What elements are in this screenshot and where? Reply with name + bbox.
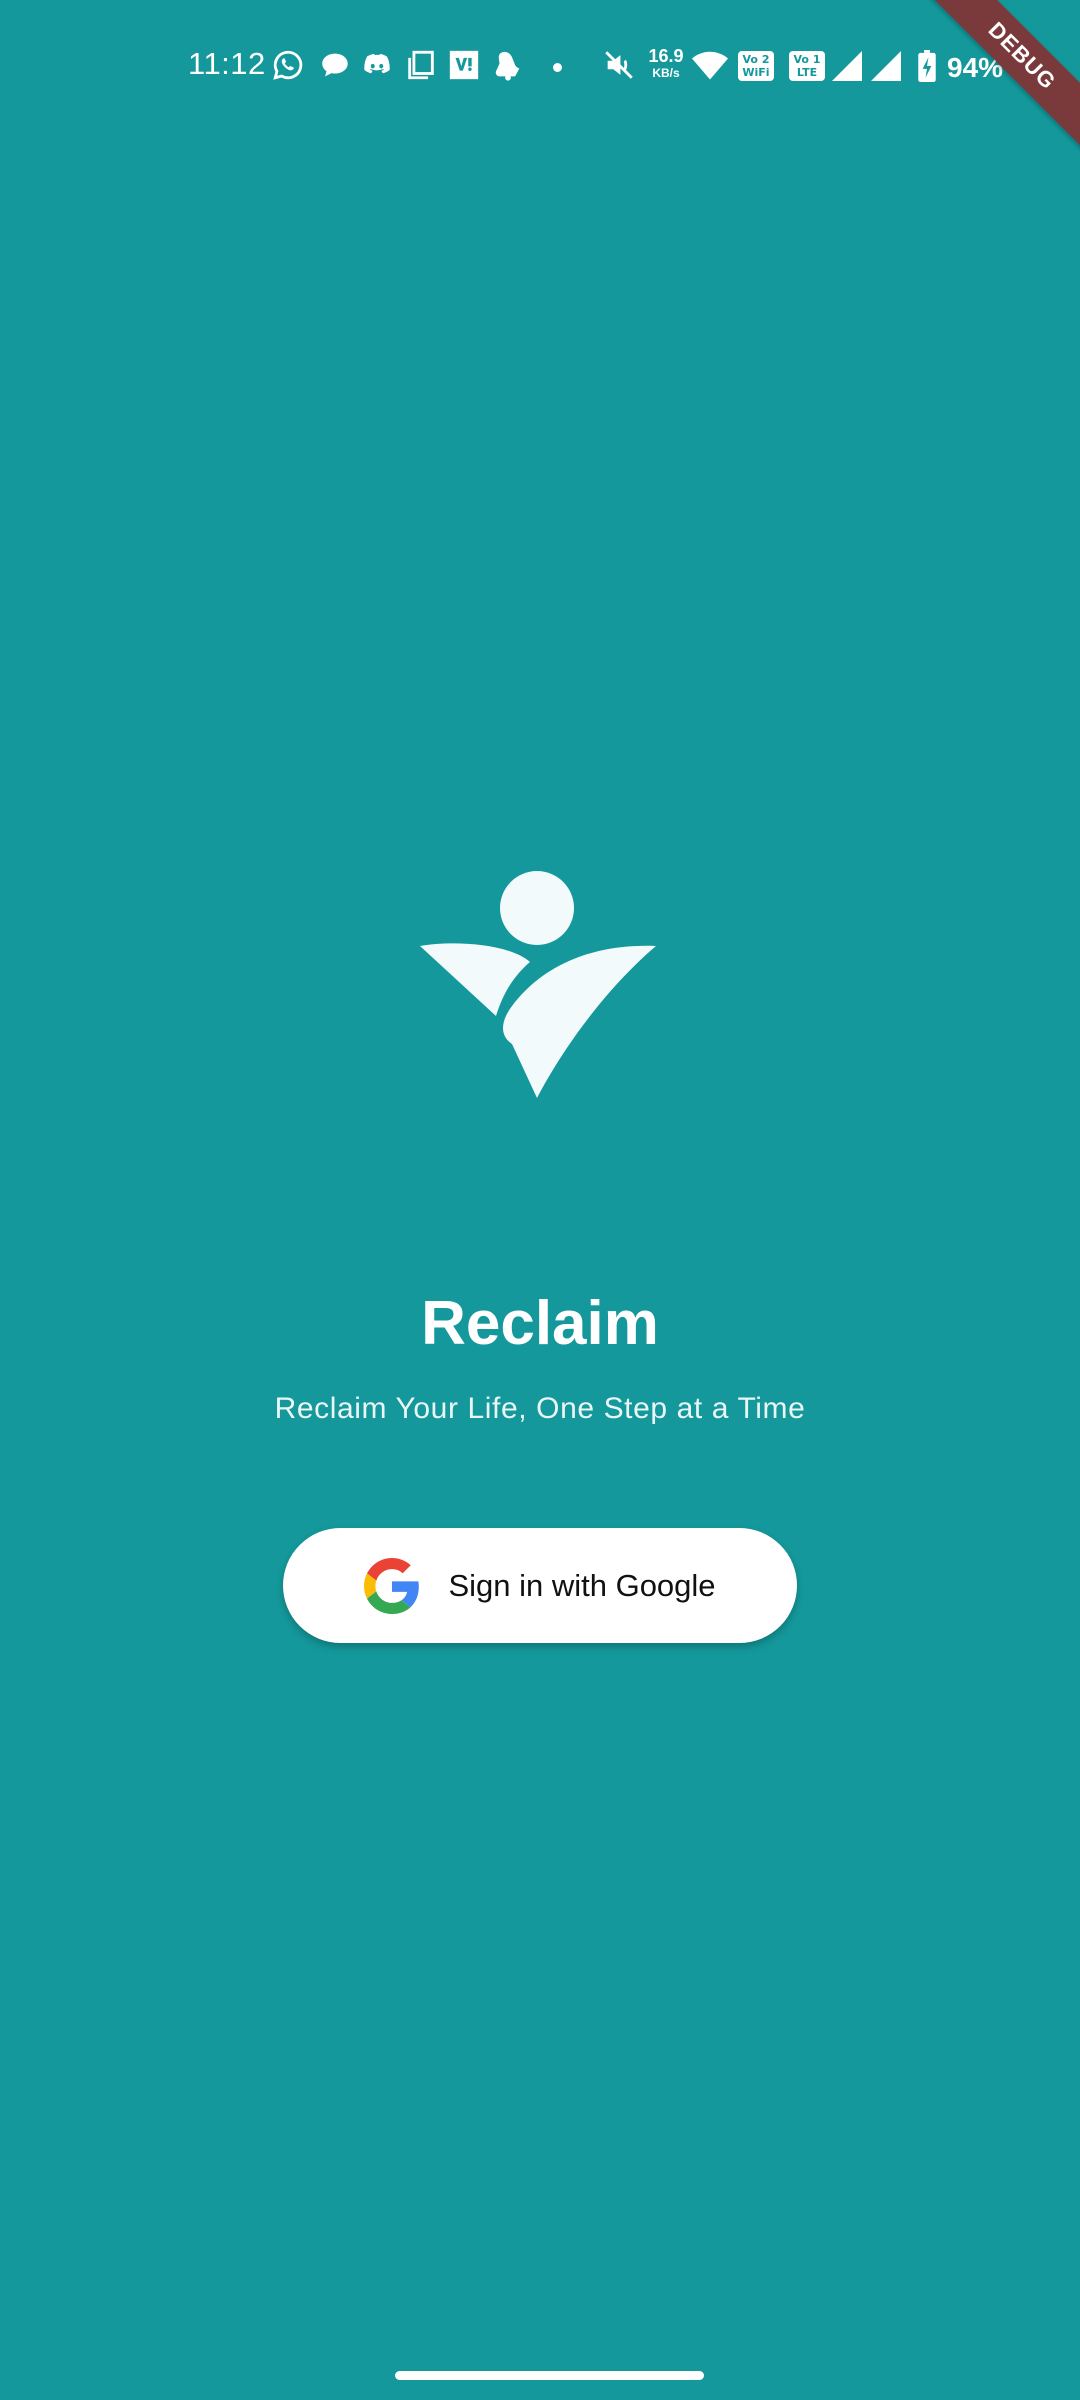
status-time: 11:12 [188,46,266,81]
signal-icon [871,50,901,82]
copy-icon [404,48,438,82]
wifi-icon [692,50,728,82]
discord-icon [360,48,394,82]
whatsapp-icon [271,48,305,82]
network-speed: 16.9 KB/s [643,47,689,79]
notification-bell-icon [491,48,525,82]
vowifi-badge: Vo 2 WiFi [738,51,774,81]
google-sign-in-button[interactable]: Sign in with Google [283,1528,797,1643]
dot-icon [553,63,562,72]
signal-icon [832,50,862,82]
app-title: Reclaim [421,1289,659,1358]
home-indicator[interactable] [395,2371,704,2380]
google-sign-in-label: Sign in with Google [448,1567,716,1603]
status-bar: 11:12 16.9 KB/s Vo 2 WiFi Vo 1 LTE 94% [0,0,1080,134]
network-speed-unit: KB/s [652,66,680,80]
network-speed-value: 16.9 [648,46,684,66]
mute-icon [602,48,636,82]
app-tagline: Reclaim Your Life, One Step at a Time [274,1392,806,1425]
person-leaf-logo [420,866,656,1106]
volte-badge: Vo 1 LTE [789,51,825,81]
battery-charging-icon [917,50,937,82]
vi-icon [447,48,481,82]
chat-bubble-icon [318,48,352,82]
google-g-icon [364,1557,420,1614]
